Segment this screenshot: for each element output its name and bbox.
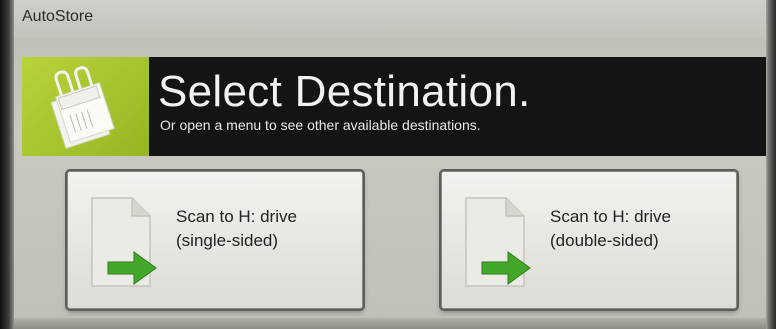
scan-to-h-drive-single-sided-button[interactable]: Scan to H: drive (single-sided): [67, 171, 363, 309]
destination-label-line1: Scan to H: drive: [550, 207, 671, 226]
destination-label: Scan to H: drive (double-sided): [550, 205, 671, 253]
screen-bezel-right: [766, 0, 776, 329]
screen-bottom-strip: [14, 318, 766, 329]
header-icon-panel: [22, 57, 149, 156]
scan-to-h-drive-double-sided-button[interactable]: Scan to H: drive (double-sided): [441, 171, 737, 309]
document-arrow-icon: [465, 197, 531, 287]
screen-bezel-left: [0, 0, 14, 329]
device-screen: AutoStore Select Destination. Or open a …: [0, 0, 776, 329]
destination-label-line2: (double-sided): [550, 231, 659, 250]
paper-clip-documents-icon: [50, 66, 115, 149]
destination-label-line1: Scan to H: drive: [176, 207, 297, 226]
destination-label-line2: (single-sided): [176, 231, 279, 250]
title-bar: AutoStore: [14, 0, 766, 38]
page-title: Select Destination.: [158, 67, 531, 116]
destination-header: Select Destination. Or open a menu to se…: [22, 57, 766, 156]
app-title: AutoStore: [22, 8, 94, 25]
destination-label: Scan to H: drive (single-sided): [176, 205, 297, 253]
page-subtitle: Or open a menu to see other available de…: [160, 117, 481, 133]
document-arrow-icon: [91, 197, 157, 287]
